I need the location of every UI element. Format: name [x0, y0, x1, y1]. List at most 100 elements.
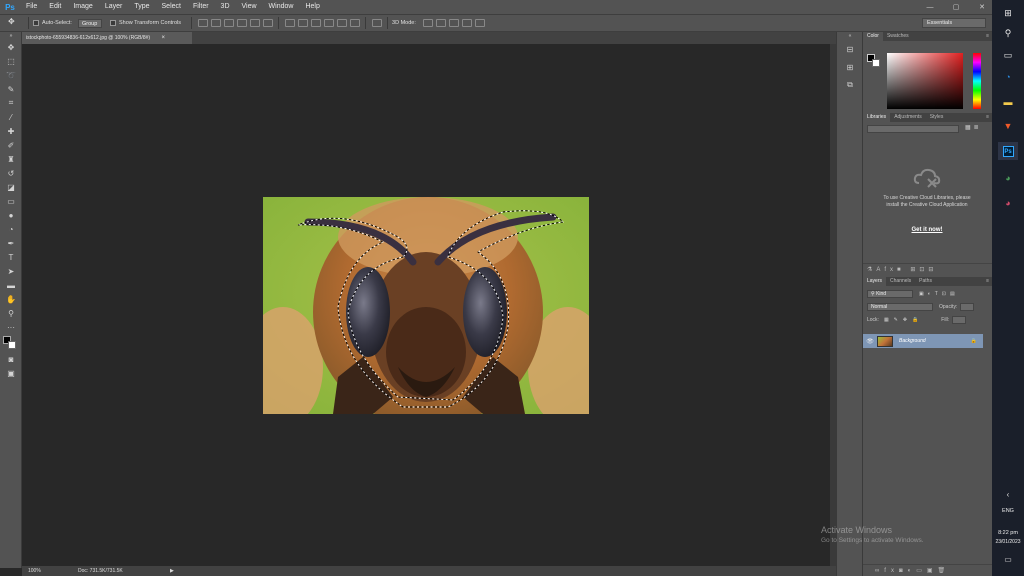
close-button[interactable]: ✕: [976, 3, 988, 11]
more-tools-icon[interactable]: ···: [0, 320, 22, 334]
background-color-swatch[interactable]: [8, 341, 16, 349]
brush-icon[interactable]: ✐: [0, 138, 22, 152]
show-hidden-icons-chevron[interactable]: ‹: [992, 490, 1024, 499]
brave-browser-icon[interactable]: ▼: [998, 117, 1018, 135]
history-brush-icon[interactable]: ↺: [0, 166, 22, 180]
zoom-icon[interactable]: ⚲: [0, 306, 22, 320]
pen-icon[interactable]: ✒: [0, 236, 22, 250]
healing-icon[interactable]: ✚: [0, 124, 22, 138]
search-icon[interactable]: ⚲: [998, 24, 1018, 42]
quick-select-icon[interactable]: ✎: [0, 82, 22, 96]
menu-edit[interactable]: Edit: [43, 0, 67, 14]
menu-view[interactable]: View: [236, 0, 263, 14]
menu-filter[interactable]: Filter: [187, 0, 215, 14]
hand-icon[interactable]: ✋: [0, 292, 22, 306]
library-view-toggle[interactable]: ▦≣: [965, 124, 982, 131]
quick-mask-icon[interactable]: ◙: [0, 352, 22, 366]
move-tool-preset-icon[interactable]: ✥: [8, 17, 24, 29]
3d-slide-icon[interactable]: [462, 19, 473, 27]
layers-footer-icons[interactable]: ∞fx◙◐▭▣🗑: [863, 564, 993, 576]
distribute-top-icon[interactable]: [284, 19, 295, 27]
distribute-vcenter-icon[interactable]: [297, 19, 308, 27]
panel-menu-icon[interactable]: ≡: [986, 277, 989, 286]
auto-select-checkbox[interactable]: [33, 20, 39, 26]
visibility-eye-icon[interactable]: 👁: [863, 338, 877, 345]
color-panel-swatches[interactable]: [867, 54, 885, 72]
menu-select[interactable]: Select: [156, 0, 187, 14]
paint3d-app-icon[interactable]: ◕: [998, 194, 1018, 212]
task-view-icon[interactable]: ▭: [998, 46, 1018, 64]
hue-slider[interactable]: [973, 53, 981, 109]
gradient-icon[interactable]: ▭: [0, 194, 22, 208]
fill-field[interactable]: [952, 316, 967, 324]
file-explorer-icon[interactable]: ▬: [998, 93, 1018, 111]
tab-libraries[interactable]: Libraries: [863, 113, 891, 122]
clock-time[interactable]: 8:22 pm: [992, 530, 1024, 536]
screen-mode-icon[interactable]: ▣: [0, 366, 22, 380]
dodge-icon[interactable]: ◔: [0, 222, 22, 236]
bee-photo-canvas[interactable]: [263, 197, 589, 414]
blend-mode-dropdown[interactable]: Normal: [867, 303, 933, 311]
blur-icon[interactable]: ●: [0, 208, 22, 222]
auto-select-dropdown[interactable]: Group: [77, 18, 102, 28]
distribute-hcenter-icon[interactable]: [336, 19, 347, 27]
properties-panel-icon[interactable]: ⊞: [837, 58, 863, 76]
color-swatches[interactable]: [0, 334, 22, 352]
3d-roll-icon[interactable]: [436, 19, 447, 27]
crop-icon[interactable]: ⌗: [0, 96, 22, 110]
status-menu-arrow-icon[interactable]: ▶: [170, 568, 174, 574]
transform-controls-checkbox[interactable]: [109, 20, 116, 26]
3d-rotate-icon[interactable]: [423, 19, 434, 27]
close-document-icon[interactable]: ×: [161, 35, 165, 41]
color-background-swatch[interactable]: [872, 59, 880, 67]
photoshop-taskbar-icon[interactable]: Ps: [998, 142, 1018, 160]
move-icon[interactable]: ✥: [0, 40, 22, 54]
language-indicator[interactable]: ENG: [992, 508, 1024, 514]
marquee-icon[interactable]: ⬚: [0, 54, 22, 68]
path-select-icon[interactable]: ➤: [0, 264, 22, 278]
document-tab[interactable]: istockphoto-655934836-612x612.jpg @ 100%…: [22, 32, 192, 44]
auto-align-icon[interactable]: [371, 19, 382, 27]
menu-3d[interactable]: 3D: [215, 0, 236, 14]
canvas-area[interactable]: [22, 44, 830, 566]
layer-row-background[interactable]: 👁 Background 🔒: [863, 334, 983, 348]
menu-file[interactable]: File: [20, 0, 43, 14]
distribute-right-icon[interactable]: [349, 19, 360, 27]
distribute-left-icon[interactable]: [323, 19, 334, 27]
menu-help[interactable]: Help: [299, 0, 325, 14]
tab-layers[interactable]: Layers: [863, 277, 887, 286]
lasso-icon[interactable]: ➰: [0, 68, 22, 82]
menu-window[interactable]: Window: [263, 0, 300, 14]
tab-adjustments[interactable]: Adjustments: [890, 113, 926, 122]
layer-filter-icons[interactable]: ▣◐T⊡▤: [919, 291, 959, 297]
zoom-level-field[interactable]: 100%: [22, 568, 50, 574]
color-spectrum-field[interactable]: [887, 53, 963, 109]
rectangle-icon[interactable]: ▬: [0, 278, 22, 292]
library-dropdown[interactable]: [867, 125, 959, 133]
panel-collapse-icon[interactable]: »: [0, 32, 22, 40]
edge-browser-icon[interactable]: ◔: [998, 68, 1018, 86]
paint-app-icon[interactable]: ◕: [998, 169, 1018, 187]
minimize-button[interactable]: —: [924, 4, 936, 11]
tab-paths[interactable]: Paths: [915, 277, 936, 286]
align-left-icon[interactable]: [236, 19, 247, 27]
character-panel-icon[interactable]: ⧉: [837, 76, 863, 94]
eyedropper-icon[interactable]: ⁄: [0, 110, 22, 124]
maximize-button[interactable]: ▢: [950, 3, 962, 11]
menu-type[interactable]: Type: [128, 0, 155, 14]
opacity-field[interactable]: [960, 303, 975, 311]
clock-date[interactable]: 23/01/2023: [992, 539, 1024, 545]
distribute-bottom-icon[interactable]: [310, 19, 321, 27]
layer-filter-kind[interactable]: ⚲ Kind: [867, 290, 913, 298]
align-vcenter-icon[interactable]: [210, 19, 221, 27]
strip-collapse-icon[interactable]: «: [837, 32, 863, 40]
align-top-icon[interactable]: [197, 19, 208, 27]
menu-image[interactable]: Image: [67, 0, 98, 14]
3d-scale-icon[interactable]: [475, 19, 486, 27]
layer-name[interactable]: Background: [899, 338, 971, 344]
windows-start-icon[interactable]: ⊞: [998, 4, 1018, 22]
workspace-dropdown[interactable]: Essentials: [922, 18, 986, 28]
tab-channels[interactable]: Channels: [886, 277, 915, 286]
stamp-icon[interactable]: ♜: [0, 152, 22, 166]
menu-layer[interactable]: Layer: [99, 0, 129, 14]
